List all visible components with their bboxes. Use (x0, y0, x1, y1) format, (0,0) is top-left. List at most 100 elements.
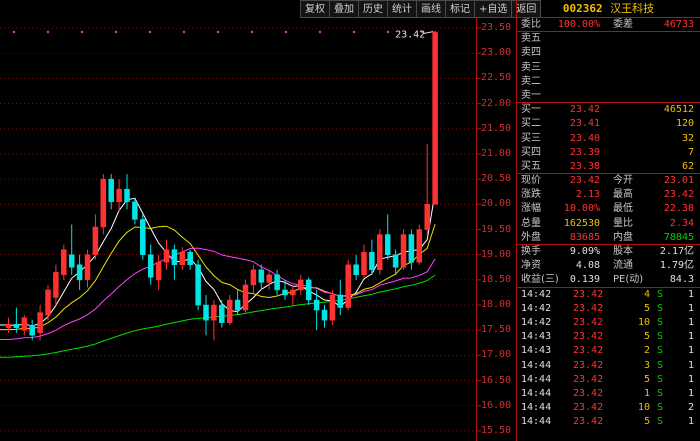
candle-body (5, 323, 12, 328)
trade-price: 23.42 (573, 345, 604, 357)
candle-body (61, 249, 67, 276)
price-tick-label: 23.00 (481, 47, 512, 59)
trade-count: 1 (687, 288, 694, 300)
trade-row[interactable]: 14:42 23.42 10 S 1 (517, 316, 700, 330)
ask-row[interactable]: 卖二 (517, 75, 700, 89)
trade-row[interactable]: 14:44 23.42 5 S 1 (517, 415, 700, 429)
bid-price: 23.39 (569, 146, 600, 158)
candle-body (68, 254, 75, 268)
candle-body (432, 31, 438, 205)
stat-label: 今开 (613, 175, 633, 187)
trade-side: S (657, 373, 664, 385)
stat-row: 总量 162530 量比 2.34 (517, 217, 700, 231)
bid-row[interactable]: 买二 23.41 120 (517, 117, 700, 131)
fund-row: 收益(三) 0.139 PE(动) 84.3 (517, 273, 700, 288)
top-marker-dot (250, 30, 254, 34)
trade-price: 23.42 (573, 331, 604, 343)
stat-value: 83685 (569, 231, 600, 243)
bid-row[interactable]: 买三 23.40 32 (517, 132, 700, 146)
candle-body (424, 204, 430, 230)
mark-button[interactable]: 标记 (445, 0, 475, 18)
trade-row[interactable]: 14:42 23.42 4 S 1 (517, 288, 700, 302)
trade-side: S (657, 416, 664, 428)
restore-rights-button[interactable]: 复权 (300, 0, 330, 18)
candle-body (369, 251, 375, 271)
draw-line-button[interactable]: 画线 (416, 0, 446, 18)
candle-body (290, 289, 296, 296)
price-tick-label: 17.00 (481, 349, 512, 361)
weicha-value: 46733 (663, 19, 694, 30)
ask-label: 卖三 (521, 61, 541, 73)
candle-body (140, 219, 146, 255)
top-marker-dot (12, 30, 16, 34)
candle-body (321, 309, 328, 321)
overlay-button[interactable]: 叠加 (329, 0, 359, 18)
candle-body (211, 304, 217, 321)
bid-volume: 46512 (663, 104, 694, 116)
bid-label: 买五 (521, 160, 541, 172)
stat-value: 162530 (563, 217, 600, 229)
price-stats: 现价 23.42 今开 23.01 涨跌 2.13 最高 23.42 涨幅 10.00% 最低 2… (517, 174, 700, 245)
ask-row[interactable]: 卖三 (517, 61, 700, 75)
bid-volume: 32 (681, 132, 694, 144)
trade-volume: 10 (637, 316, 650, 328)
history-button[interactable]: 历史 (358, 0, 388, 18)
ask-row[interactable]: 卖五 (517, 32, 700, 46)
trade-row[interactable]: 14:44 23.42 5 S 1 (517, 373, 700, 387)
fund-row: 换手 9.09% 股本 2.17亿 (517, 245, 700, 259)
trade-side: S (657, 345, 664, 357)
candle-body (384, 234, 391, 255)
kline-chart-canvas[interactable]: 23.42 (0, 18, 516, 441)
trade-row[interactable]: 14:43 23.42 5 S 1 (517, 330, 700, 344)
bid-row[interactable]: 买五 23.38 62 (517, 160, 700, 175)
price-tick-label: 19.00 (481, 248, 512, 260)
candle-body (337, 294, 344, 308)
candle-body (226, 299, 233, 323)
bid-row[interactable]: 买一 23.42 46512 (517, 103, 700, 117)
trade-price: 23.42 (573, 359, 604, 371)
trade-volume: 3 (643, 359, 650, 371)
trade-time: 14:44 (521, 402, 552, 414)
ask-label: 卖四 (521, 47, 541, 59)
trade-count: 1 (687, 331, 694, 343)
kline-chart[interactable]: 23.42 (0, 18, 481, 441)
trade-side: S (657, 288, 664, 300)
top-marker-dot (114, 30, 118, 34)
candle-body (155, 261, 162, 281)
trade-count: 1 (687, 416, 694, 428)
stat-label: 外盘 (521, 231, 541, 243)
fund-value: 4.08 (575, 260, 600, 272)
ask-row[interactable]: 卖一 (517, 89, 700, 104)
ask-row[interactable]: 卖四 (517, 46, 700, 60)
candle-body (219, 304, 225, 323)
candle-body (29, 324, 35, 336)
trade-price: 23.42 (573, 288, 604, 300)
top-marker-dot (318, 30, 322, 34)
bid-price: 23.42 (569, 104, 600, 116)
statistics-button[interactable]: 统计 (387, 0, 417, 18)
trade-time: 14:43 (521, 345, 552, 357)
add-watchlist-button[interactable]: +自选 (474, 0, 513, 18)
trade-row[interactable]: 14:44 23.42 10 S 2 (517, 401, 700, 415)
trade-row[interactable]: 14:42 23.42 5 S 1 (517, 302, 700, 316)
trade-ticks: 14:42 23.42 4 S 1 14:42 23.42 5 S 1 14:42 23.42 10… (517, 288, 700, 430)
trade-time: 14:44 (521, 373, 552, 385)
candle-body (187, 251, 193, 266)
candle-body (298, 279, 304, 291)
chart-toolbar: 复权 叠加 历史 统计 画线 标记 +自选 返回 (300, 0, 542, 18)
stat-row: 外盘 83685 内盘 78845 (517, 231, 700, 245)
bid-row[interactable]: 买四 23.39 7 (517, 146, 700, 160)
trade-time: 14:44 (521, 416, 552, 428)
quote-panel: 002362 汉王科技 委比 100.00% 委差 46733 卖五 卖四 卖三… (516, 0, 700, 441)
stat-label: 最高 (613, 189, 633, 201)
trade-row[interactable]: 14:44 23.42 3 S 1 (517, 359, 700, 373)
trade-row[interactable]: 14:43 23.42 2 S 1 (517, 344, 700, 358)
fund-value: 2.17亿 (659, 246, 694, 257)
candle-body (408, 234, 415, 263)
stat-label: 现价 (521, 175, 541, 187)
candle-body (37, 312, 43, 333)
trade-price: 23.42 (573, 416, 604, 428)
trade-row[interactable]: 14:44 23.42 1 S 1 (517, 387, 700, 401)
fund-value: 0.139 (569, 274, 600, 286)
trade-price: 23.42 (573, 316, 604, 328)
